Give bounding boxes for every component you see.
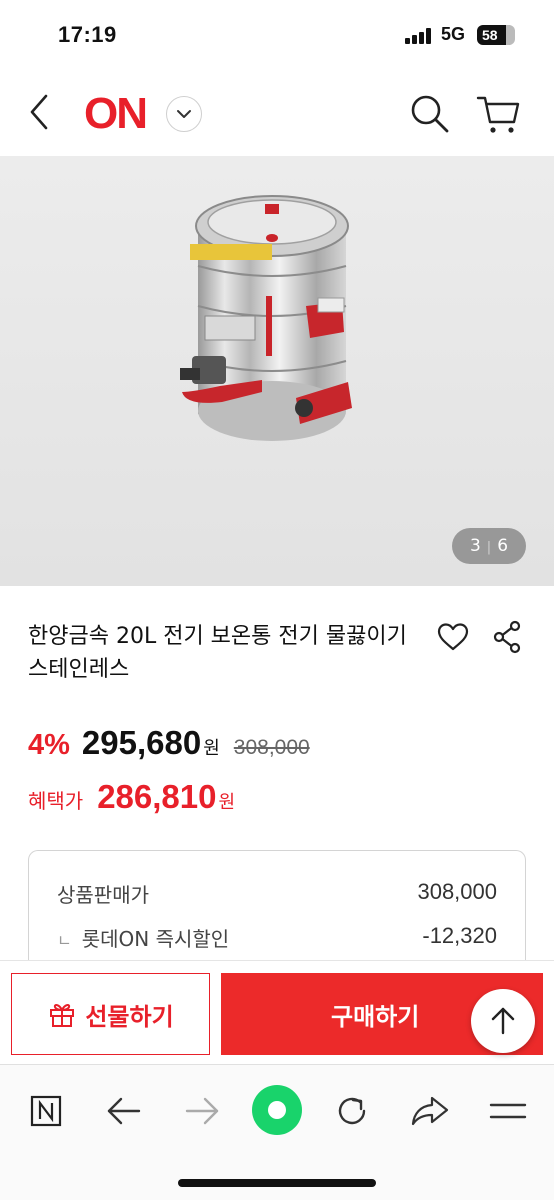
sale-price-currency: 원: [203, 738, 220, 759]
network-label: 5G: [441, 24, 466, 44]
green-home-icon: [252, 1085, 302, 1135]
image-counter-current: 3: [469, 536, 481, 556]
image-counter-separator: |: [486, 540, 492, 555]
breakdown-row: ㄴ 롯데ON 즉시할인 -12,320: [57, 923, 497, 952]
discount-rate: 4%: [28, 729, 70, 761]
browser-home-button[interactable]: [250, 1083, 304, 1137]
search-icon[interactable]: [408, 92, 452, 136]
breakdown-value: 308,000: [417, 879, 497, 904]
breakdown-label: 상품판매가: [57, 883, 149, 907]
image-counter: 3 | 6: [452, 528, 526, 564]
original-price: 308,000: [233, 736, 310, 759]
gift-button[interactable]: 선물하기: [11, 973, 210, 1055]
benefit-price-currency: 원: [218, 792, 236, 813]
buy-button-label: 구매하기: [331, 1002, 420, 1031]
arrow-up-icon: [491, 1007, 515, 1035]
gift-button-label: 선물하기: [85, 1002, 174, 1031]
benefit-price-row: 혜택가 286,810 원: [28, 778, 235, 818]
forward-arrow-icon: [185, 1097, 219, 1125]
breakdown-value: -12,320: [422, 923, 497, 948]
browser-share-button[interactable]: [408, 1089, 452, 1133]
share-icon[interactable]: [492, 620, 522, 654]
signal-icon: [405, 28, 433, 44]
reload-icon: [338, 1097, 366, 1125]
status-time: 17:19: [58, 22, 117, 47]
battery-icon: 58: [477, 25, 515, 45]
purchase-action-bar: 선물하기 구매하기: [0, 960, 554, 1064]
breakdown-row: 상품판매가 308,000: [57, 879, 497, 908]
menu-icon: [489, 1103, 527, 1119]
image-counter-total: 6: [497, 536, 509, 556]
battery-level: 58: [482, 27, 498, 43]
browser-forward-button[interactable]: [180, 1089, 224, 1133]
status-bar: 17:19 5G 58: [0, 0, 554, 72]
back-arrow-icon: [107, 1097, 141, 1125]
chevron-down-icon: [176, 109, 191, 118]
cart-icon[interactable]: [474, 92, 522, 136]
benefit-label: 혜택가: [28, 789, 84, 813]
brand-logo[interactable]: ON: [84, 89, 148, 139]
sale-price: 295,680: [81, 724, 202, 761]
brand-menu-toggle[interactable]: [166, 96, 202, 132]
heart-icon[interactable]: [436, 622, 470, 652]
breakdown-label: 롯데ON 즉시할인: [81, 927, 230, 951]
browser-toolbar: [0, 1064, 554, 1200]
home-indicator: [178, 1179, 376, 1187]
app-header: ON: [0, 72, 554, 156]
price-row: 4% 295,680 원 308,000: [28, 724, 310, 768]
product-image: [180, 195, 352, 441]
share-arrow-icon: [411, 1096, 449, 1126]
gift-icon: [50, 1004, 75, 1027]
back-icon[interactable]: [26, 92, 54, 132]
reload-button[interactable]: [330, 1089, 374, 1133]
breakdown-bullet: ㄴ: [57, 931, 72, 950]
product-title: 한양금속 20L 전기 보온통 전기 물끓이기 스테인레스: [28, 624, 407, 682]
browser-back-button[interactable]: [102, 1089, 146, 1133]
naver-n-button[interactable]: [24, 1089, 68, 1133]
benefit-price: 286,810: [97, 778, 217, 815]
browser-menu-button[interactable]: [486, 1089, 530, 1133]
naver-n-icon: [30, 1095, 62, 1127]
product-image-carousel[interactable]: 3 | 6: [0, 156, 554, 586]
scroll-to-top-button[interactable]: [471, 989, 535, 1053]
